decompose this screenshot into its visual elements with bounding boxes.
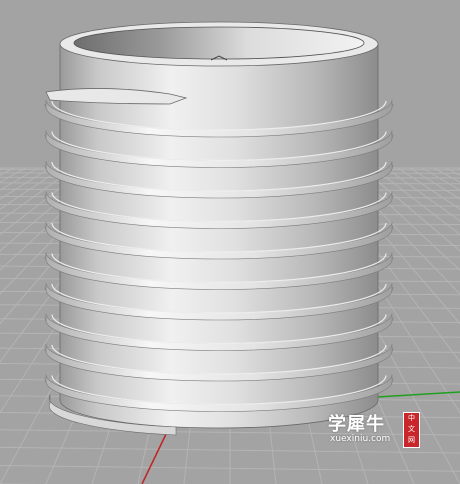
watermark-logo: 学犀牛 xuexiniu.com 中 文 网 <box>328 410 424 450</box>
watermark-hanzi: 学犀牛 <box>328 414 385 435</box>
3d-viewport[interactable]: 学犀牛 xuexiniu.com 中 文 网 <box>0 0 460 484</box>
bore-opening <box>73 26 365 60</box>
watermark-badge-char: 网 <box>408 436 415 444</box>
watermark-badge-char: 文 <box>408 425 415 433</box>
x-axis-line <box>141 429 169 484</box>
watermark-badge: 中 文 网 <box>403 412 420 448</box>
grid-line <box>0 167 27 183</box>
watermark-badge-char: 中 <box>408 414 415 422</box>
grid-line <box>0 167 39 191</box>
grid-line <box>433 167 460 183</box>
threaded-insert-model[interactable] <box>44 21 394 436</box>
grid-line <box>421 167 460 191</box>
watermark-site: xuexiniu.com <box>330 434 391 444</box>
grid-line <box>0 167 3 170</box>
